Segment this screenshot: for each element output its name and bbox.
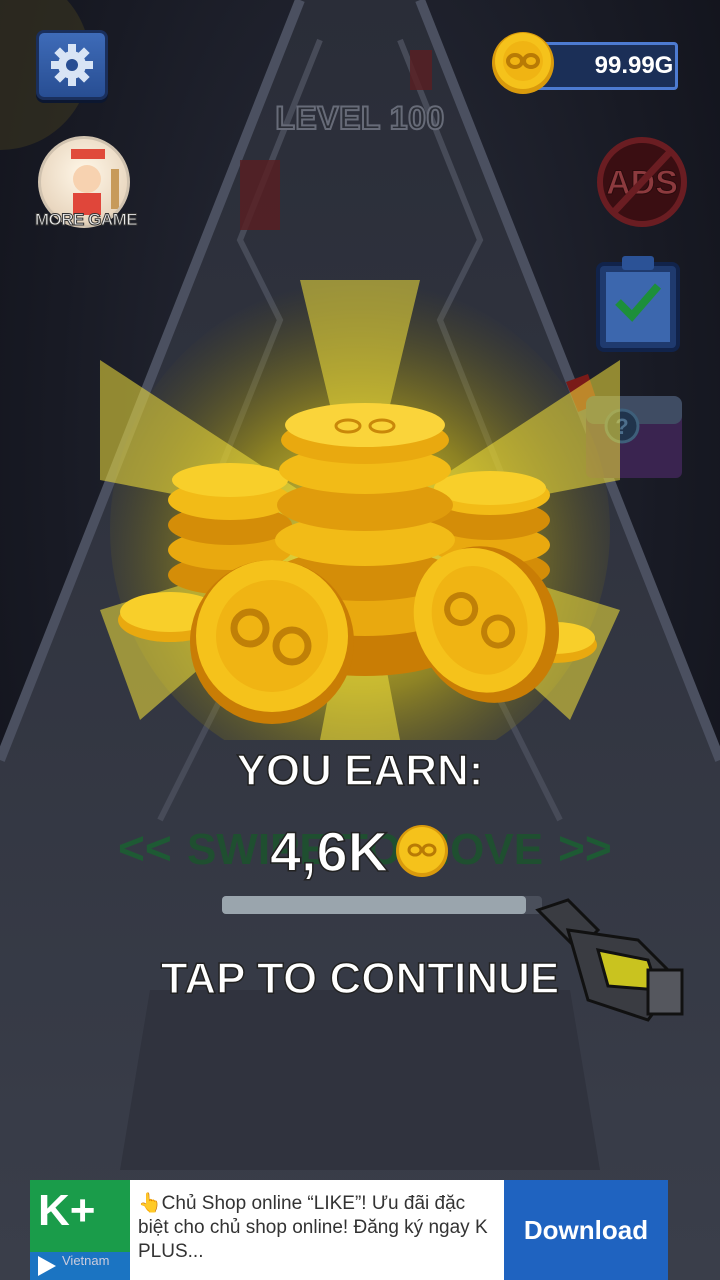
swipe-left-arrows: << [118, 822, 172, 874]
progress-bar [222, 896, 542, 914]
swipe-right-arrows: >> [558, 822, 612, 874]
ad-logo-strip: Vietnam [30, 1252, 130, 1280]
earned-amount-value: 4,6K [269, 819, 389, 884]
coin-balance: 99.99G [594, 52, 674, 79]
settings-button[interactable] [36, 30, 108, 100]
more-game-label: MORE GAME [34, 210, 138, 230]
ad-logo-text: K+ [38, 1186, 96, 1235]
gear-icon [51, 44, 93, 86]
coin-reward-illustration [100, 280, 620, 740]
ad-logo: K+ Vietnam [30, 1180, 130, 1280]
coin-icon [492, 32, 554, 94]
ad-body-text: 👆Chủ Shop online “LIKE”! Ưu đãi đặc biệt… [138, 1193, 488, 1262]
coin-icon [396, 825, 449, 877]
game-screen[interactable]: MORE GAME LEVEL 100 99.99G ADS [0, 0, 720, 1280]
ad-download-button[interactable]: Download [504, 1180, 668, 1280]
you-earn-label: YOU EARN: [236, 745, 484, 796]
hand-pointer-icon [535, 898, 684, 1022]
ad-banner[interactable]: K+ Vietnam 👆Chủ Shop online “LIKE”! Ưu đ… [30, 1180, 668, 1280]
tap-to-continue-button[interactable]: TAP TO CONTINUE [150, 953, 570, 1004]
level-label: LEVEL 100 [274, 99, 445, 137]
more-game-button[interactable]: MORE GAME [28, 136, 144, 236]
no-ads-icon: ADS [597, 137, 687, 227]
progress-bar-fill [222, 896, 526, 914]
play-icon [38, 1256, 56, 1276]
earned-amount: 4,6K [240, 816, 480, 886]
ad-logo-subtext: Vietnam [62, 1253, 110, 1268]
no-ads-button[interactable]: ADS [596, 136, 688, 228]
coin-counter: 99.99G [490, 30, 690, 96]
